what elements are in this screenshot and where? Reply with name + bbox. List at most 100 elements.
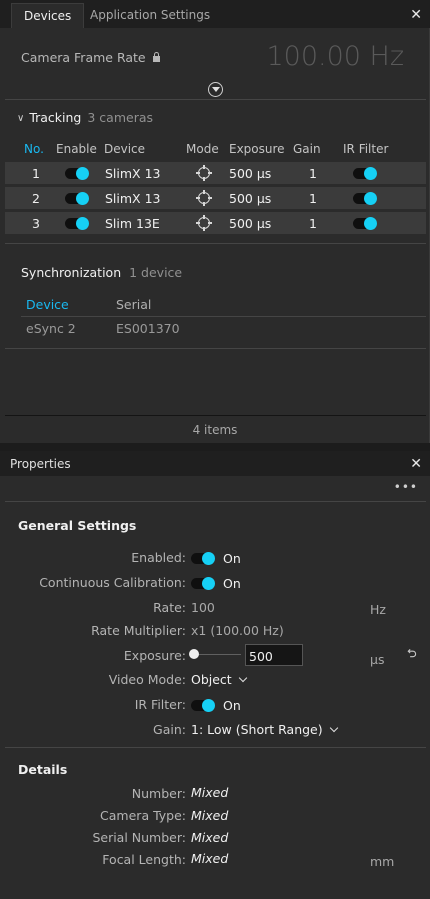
continuous-calibration-toggle[interactable]	[191, 577, 215, 590]
gain-value: 1: Low (Short Range)	[191, 722, 323, 737]
sync-device-name[interactable]: eSync 2	[26, 321, 76, 336]
ir-filter-value: On	[223, 698, 241, 713]
exposure-input[interactable]	[245, 644, 303, 666]
synchronization-title: Synchronization	[21, 265, 122, 280]
toggle-knob	[76, 167, 89, 180]
video-mode-value: Object	[191, 672, 232, 687]
enabled-label: Enabled:	[131, 550, 186, 565]
close-icon[interactable]: ✕	[410, 457, 422, 471]
enable-toggle[interactable]	[65, 167, 89, 180]
synchronization-count: 1 device	[129, 265, 183, 280]
device-name: SlimX 13	[105, 166, 161, 181]
rate-label: Rate:	[153, 600, 186, 615]
column-header-mode[interactable]: Mode	[186, 142, 219, 156]
focal-length-value: Mixed	[191, 851, 229, 866]
rate-multiplier-value: x1 (100.00 Hz)	[191, 623, 284, 638]
column-header-enable[interactable]: Enable	[56, 142, 97, 156]
divider	[5, 243, 426, 244]
ir-filter-label: IR Filter:	[134, 697, 186, 712]
serial-number-label: Serial Number:	[92, 830, 186, 845]
properties-title: Properties	[10, 457, 71, 471]
crosshair-icon[interactable]	[196, 165, 212, 181]
exposure-slider-handle[interactable]	[189, 649, 199, 659]
column-header-device[interactable]: Device	[104, 142, 145, 156]
column-header-sync-device[interactable]: Device	[26, 297, 69, 312]
exposure-value: 500 µs	[229, 166, 272, 181]
gain-dropdown[interactable]: 1: Low (Short Range)	[191, 722, 338, 737]
ir-filter-toggle[interactable]	[353, 167, 377, 180]
gain-value: 1	[309, 166, 317, 181]
toggle-knob	[76, 217, 89, 230]
divider	[5, 348, 426, 349]
ir-filter-toggle[interactable]	[353, 217, 377, 230]
number-value: Mixed	[191, 785, 229, 800]
tracking-group-header[interactable]: ∨ Tracking 3 cameras	[17, 110, 153, 125]
camera-type-label: Camera Type:	[100, 808, 186, 823]
chevron-down-icon: ∨	[17, 113, 25, 124]
tab-bar: Devices Application Settings ✕	[0, 0, 430, 28]
table-row[interactable]: 3 Slim 13E 500 µs 1	[5, 212, 426, 235]
column-header-gain[interactable]: Gain	[293, 142, 321, 156]
focal-length-unit: mm	[370, 854, 395, 869]
column-header-no[interactable]: No.	[24, 142, 44, 156]
tab-application-settings[interactable]: Application Settings	[78, 3, 222, 28]
column-header-serial[interactable]: Serial	[116, 297, 151, 312]
continuous-calibration-label: Continuous Calibration:	[39, 575, 186, 590]
gain-value: 1	[309, 191, 317, 206]
device-name: SlimX 13	[105, 191, 161, 206]
ir-filter-toggle[interactable]	[353, 192, 377, 205]
devices-panel: Devices Application Settings ✕ Camera Fr…	[0, 0, 430, 443]
tab-devices[interactable]: Devices	[11, 3, 85, 28]
video-mode-dropdown[interactable]: Object	[191, 672, 247, 687]
camera-type-value: Mixed	[191, 808, 229, 823]
rate-multiplier-label: Rate Multiplier:	[91, 623, 186, 638]
details-title: Details	[18, 762, 68, 777]
crosshair-icon[interactable]	[196, 190, 212, 206]
tracking-title: Tracking	[29, 110, 82, 125]
divider	[21, 316, 426, 317]
more-options-icon[interactable]: •••	[394, 480, 418, 494]
column-header-exposure[interactable]: Exposure	[229, 142, 285, 156]
rate-value: 100	[191, 600, 215, 615]
reset-icon[interactable]	[406, 648, 417, 659]
table-row[interactable]: 1 SlimX 13 500 µs 1	[5, 162, 426, 185]
tracking-count: 3 cameras	[87, 110, 154, 125]
exposure-label: Exposure:	[123, 648, 186, 663]
exposure-unit: µs	[370, 652, 385, 667]
row-number: 1	[32, 166, 40, 181]
synchronization-group-header[interactable]: Synchronization 1 device	[21, 265, 182, 280]
crosshair-icon[interactable]	[196, 215, 212, 231]
frame-rate-value: 100.00 Hz	[266, 41, 404, 72]
collapse-toggle-icon[interactable]	[208, 82, 223, 97]
divider	[5, 747, 426, 748]
enable-toggle[interactable]	[65, 217, 89, 230]
toggle-knob	[202, 552, 215, 565]
table-row[interactable]: 2 SlimX 13 500 µs 1	[5, 187, 426, 210]
ir-filter-toggle[interactable]	[191, 699, 215, 712]
continuous-calibration-value: On	[223, 576, 241, 591]
focal-length-label: Focal Length:	[102, 852, 186, 867]
toggle-knob	[364, 192, 377, 205]
device-name: Slim 13E	[105, 216, 160, 231]
frame-rate-label-text: Camera Frame Rate	[21, 50, 146, 65]
toggle-knob	[364, 167, 377, 180]
exposure-value: 500 µs	[229, 191, 272, 206]
rate-unit: Hz	[370, 602, 386, 617]
column-header-ir-filter[interactable]: IR Filter	[343, 142, 388, 156]
gain-value: 1	[309, 216, 317, 231]
row-number: 3	[32, 216, 40, 231]
close-icon[interactable]: ✕	[410, 8, 422, 22]
enabled-toggle[interactable]	[191, 552, 215, 565]
row-number: 2	[32, 191, 40, 206]
camera-frame-rate-label: Camera Frame Rate	[21, 50, 160, 65]
divider	[5, 415, 426, 416]
chevron-down-icon	[329, 723, 338, 733]
properties-title-bar: Properties ✕	[0, 451, 430, 476]
divider	[5, 501, 426, 502]
toggle-knob	[202, 577, 215, 590]
toggle-knob	[364, 217, 377, 230]
exposure-value: 500 µs	[229, 216, 272, 231]
divider	[5, 99, 426, 100]
enable-toggle[interactable]	[65, 192, 89, 205]
sync-device-serial[interactable]: ES001370	[116, 321, 180, 336]
